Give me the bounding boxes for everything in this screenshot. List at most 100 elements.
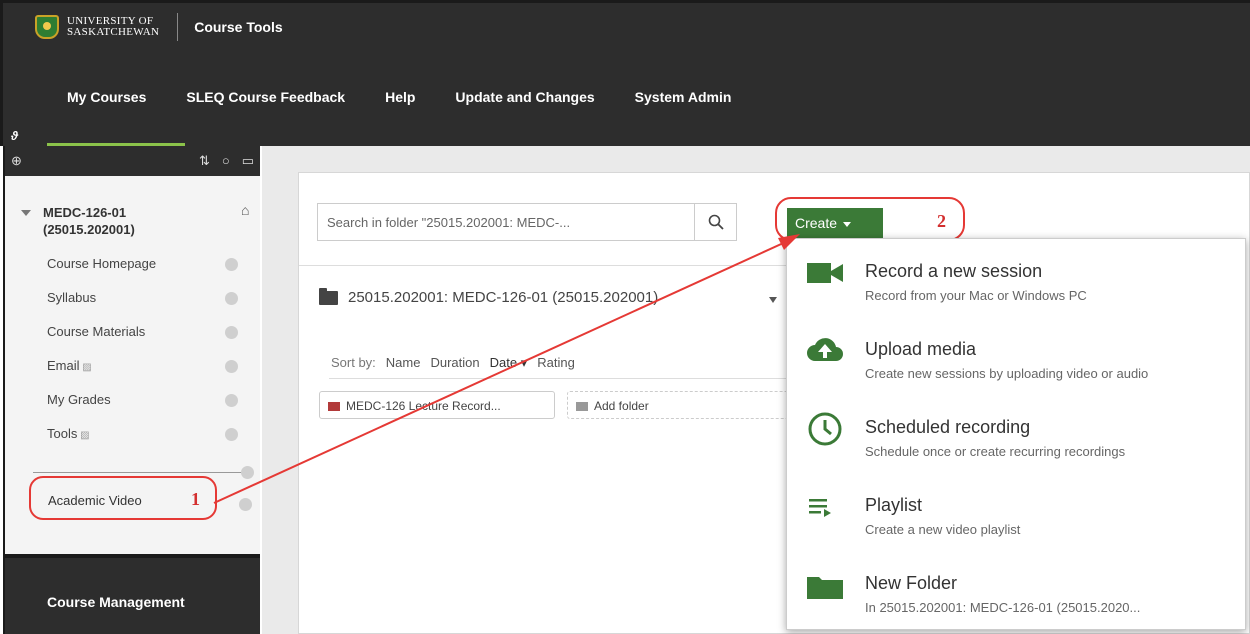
hidden-icon: ▨: [79, 362, 92, 373]
menu-item-upload-media[interactable]: Upload media Create new sessions by uplo…: [787, 317, 1247, 387]
menu-item-scheduled-recording[interactable]: Scheduled recording Schedule once or cre…: [787, 395, 1247, 465]
add-folder-icon: [576, 402, 588, 412]
sidebar-item-course-homepage[interactable]: Course Homepage: [47, 256, 257, 290]
crest-icon: [35, 15, 59, 39]
nav-system-admin[interactable]: System Admin: [635, 89, 732, 105]
options-chevron-icon[interactable]: [241, 466, 254, 479]
main-nav: My Courses SLEQ Course Feedback Help Upd…: [67, 89, 771, 105]
folder-icon: [807, 577, 843, 599]
menu-item-title: Record a new session: [865, 261, 1043, 281]
folder-title[interactable]: 25015.202001: MEDC-126-01 (25015.202001): [319, 287, 659, 306]
sort-name[interactable]: Name: [386, 355, 421, 371]
sidebar-item-my-grades[interactable]: My Grades: [47, 392, 257, 426]
sort-rating[interactable]: Rating: [537, 355, 575, 371]
course-name[interactable]: MEDC-126-01 (25015.202001): [43, 204, 135, 238]
sidebar-item-label: Tools: [47, 426, 78, 441]
menu-item-title: New Folder: [865, 573, 958, 593]
annotation-number-1: 1: [191, 489, 200, 509]
reorder-icon[interactable]: ⇅: [199, 153, 210, 169]
course-menu: Course Homepage Syllabus Course Material…: [47, 256, 257, 460]
subfolder-label: MEDC-126 Lecture Record...: [346, 399, 501, 413]
menu-item-subtitle: Record from your Mac or Windows PC: [865, 288, 1087, 303]
course-sidebar: ⊕ ⇅ ○ ▭ MEDC-126-01 (25015.202001) ⌂ Cou…: [3, 146, 260, 634]
menu-item-title: Playlist: [865, 495, 923, 515]
folder-dropdown-icon[interactable]: [769, 297, 777, 303]
product-title[interactable]: Course Tools: [194, 19, 282, 35]
caret-down-icon: [843, 221, 852, 227]
sidebar-item-course-materials[interactable]: Course Materials: [47, 324, 257, 358]
logo-separator: [177, 13, 179, 41]
options-chevron-icon[interactable]: [225, 428, 238, 441]
create-dropdown-menu: Record a new session Record from your Ma…: [786, 238, 1246, 630]
nav-updates[interactable]: Update and Changes: [455, 89, 594, 105]
subfolder-chip[interactable]: MEDC-126 Lecture Record...: [319, 391, 555, 419]
sidebar-toolbar: ⊕ ⇅ ○ ▭: [5, 146, 260, 176]
sidebar-item-label: Academic Video: [48, 493, 142, 508]
collapse-triangle-icon[interactable]: [21, 210, 31, 216]
options-chevron-icon[interactable]: [225, 258, 238, 271]
sidebar-item-label: My Grades: [47, 392, 111, 407]
course-id: MEDC-126-01: [43, 205, 127, 220]
search-icon: [708, 214, 724, 230]
sort-date-label: Date: [489, 355, 518, 370]
home-icon[interactable]: ⌂: [241, 202, 249, 218]
search-input[interactable]: Search in folder "25015.202001: MEDC-...: [317, 203, 695, 241]
sort-duration[interactable]: Duration: [430, 355, 479, 371]
university-logo[interactable]: UNIVERSITY OF SASKATCHEWAN Course Tools: [35, 13, 283, 41]
pin-icon[interactable]: ϑ: [11, 129, 18, 143]
create-label: Create: [795, 215, 838, 231]
university-line-2: SASKATCHEWAN: [67, 26, 160, 38]
sidebar-item-label: Course Homepage: [47, 256, 157, 271]
add-folder-label: Add folder: [594, 399, 649, 413]
options-chevron-icon[interactable]: [225, 394, 238, 407]
search-button[interactable]: [694, 203, 737, 241]
refresh-icon[interactable]: ○: [222, 153, 230, 169]
course-management-label[interactable]: Course Management: [47, 594, 185, 610]
sort-bar: Sort by: Name Duration Date ▾ Rating: [331, 355, 575, 371]
menu-item-playlist[interactable]: Playlist Create a new video playlist: [787, 473, 1247, 543]
annotation-number-2: 2: [937, 211, 946, 231]
sort-label: Sort by:: [331, 355, 376, 370]
university-name: UNIVERSITY OF SASKATCHEWAN: [67, 16, 159, 38]
sidebar-item-academic-video[interactable]: Academic Video 1: [29, 476, 217, 520]
menu-item-subtitle: Schedule once or create recurring record…: [865, 444, 1126, 459]
add-folder-button[interactable]: Add folder: [567, 391, 789, 419]
playlist-icon: [809, 499, 831, 517]
menu-item-title: Upload media: [865, 339, 977, 359]
folder-icon: [319, 287, 338, 305]
sort-date[interactable]: Date ▾: [490, 355, 528, 371]
top-banner: UNIVERSITY OF SASKATCHEWAN Course Tools …: [0, 0, 1250, 147]
nav-sleq-feedback[interactable]: SLEQ Course Feedback: [186, 89, 345, 105]
sidebar-item-label: Email: [47, 358, 80, 373]
nav-help[interactable]: Help: [385, 89, 415, 105]
options-chevron-icon[interactable]: [239, 498, 252, 511]
menu-item-title: Scheduled recording: [865, 417, 1031, 437]
menu-item-new-folder[interactable]: New Folder In 25015.202001: MEDC-126-01 …: [787, 551, 1247, 621]
divider: [329, 378, 789, 379]
options-chevron-icon[interactable]: [225, 292, 238, 305]
video-camera-icon: [807, 263, 843, 283]
menu-item-record-session[interactable]: Record a new session Record from your Ma…: [787, 239, 1247, 309]
folder-view-icon[interactable]: ▭: [242, 153, 254, 169]
sidebar-item-label: Syllabus: [47, 290, 97, 305]
cloud-upload-icon: [807, 338, 843, 361]
sidebar-item-email[interactable]: Email ▨: [47, 358, 257, 392]
options-chevron-icon[interactable]: [225, 326, 238, 339]
nav-my-courses[interactable]: My Courses: [67, 89, 146, 105]
menu-item-subtitle: Create a new video playlist: [865, 522, 1021, 537]
clock-icon: [808, 412, 842, 446]
add-menu-item-icon[interactable]: ⊕: [11, 153, 22, 169]
create-button[interactable]: Create: [787, 208, 883, 238]
course-code: (25015.202001): [43, 222, 135, 237]
menu-item-subtitle: Create new sessions by uploading video o…: [865, 366, 1149, 381]
menu-item-subtitle: In 25015.202001: MEDC-126-01 (25015.2020…: [865, 600, 1141, 615]
divider: [299, 265, 789, 266]
folder-icon: [328, 402, 340, 412]
course-management-panel: Course Management: [5, 554, 260, 634]
options-chevron-icon[interactable]: [225, 360, 238, 373]
folder-title-text: 25015.202001: MEDC-126-01 (25015.202001): [348, 289, 659, 306]
sidebar-item-label: Course Materials: [47, 324, 146, 339]
sidebar-item-syllabus[interactable]: Syllabus: [47, 290, 257, 324]
sidebar-item-tools[interactable]: Tools ▨: [47, 426, 257, 460]
hidden-icon: ▨: [77, 430, 90, 441]
